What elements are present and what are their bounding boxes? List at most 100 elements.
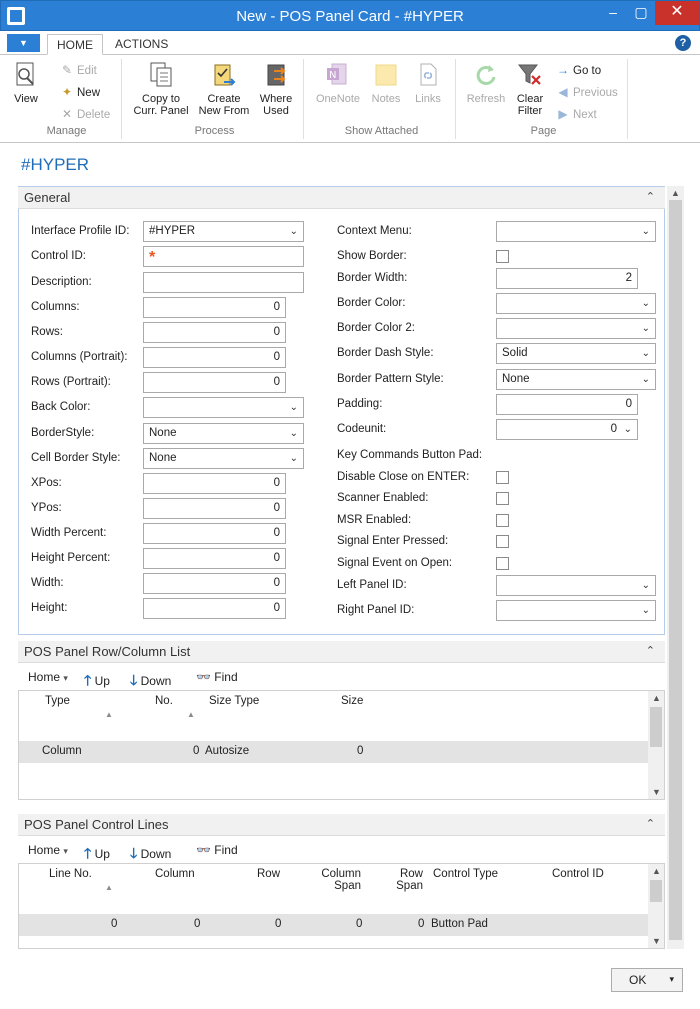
padding-field[interactable]: 0	[496, 394, 638, 415]
scroll-down-icon[interactable]: ▼	[648, 785, 665, 799]
border-color-field[interactable]: ⌄	[496, 293, 656, 314]
col-header-row-span[interactable]: Row Span	[393, 868, 423, 892]
onenote-button[interactable]: N OneNote	[312, 61, 364, 105]
control-lines-find-button[interactable]: 👓 Find	[196, 843, 238, 857]
chevron-up-icon[interactable]: ⌃	[646, 644, 655, 657]
height-percent-field[interactable]: 0	[143, 548, 286, 569]
xpos-field[interactable]: 0	[143, 473, 286, 494]
context-menu-field[interactable]: ⌄	[496, 221, 656, 242]
left-panel-id-field[interactable]: ⌄	[496, 575, 656, 596]
chevron-down-icon[interactable]: ⌄	[290, 424, 298, 443]
disable-close-on-enter-checkbox[interactable]	[496, 471, 509, 484]
chevron-down-icon[interactable]: ⌄	[624, 420, 632, 439]
table-row[interactable]: Column 0 Autosize 0	[19, 741, 649, 763]
scroll-down-icon[interactable]: ▼	[648, 934, 665, 948]
ok-button[interactable]: OK ▾	[611, 968, 683, 992]
scrollbar-thumb[interactable]	[650, 707, 662, 747]
refresh-button[interactable]: Refresh	[464, 61, 508, 105]
back-color-field[interactable]: ⌄	[143, 397, 304, 418]
tab-home[interactable]: HOME	[47, 34, 103, 55]
col-header-size-type[interactable]: Size Type	[209, 695, 259, 707]
col-header-column-span[interactable]: Column Span	[319, 868, 361, 892]
chevron-down-icon[interactable]: ⌄	[642, 601, 650, 620]
width-percent-field[interactable]: 0	[143, 523, 286, 544]
ypos-field[interactable]: 0	[143, 498, 286, 519]
col-header-control-id[interactable]: Control ID	[552, 868, 604, 880]
show-border-checkbox[interactable]	[496, 250, 509, 263]
right-panel-id-field[interactable]: ⌄	[496, 600, 656, 621]
signal-enter-pressed-checkbox[interactable]	[496, 535, 509, 548]
chevron-down-icon[interactable]: ⌄	[290, 222, 298, 241]
col-header-no[interactable]: No.	[155, 695, 173, 707]
chevron-down-icon[interactable]: ⌄	[642, 576, 650, 595]
col-header-control-type[interactable]: Control Type	[433, 868, 498, 880]
tab-actions[interactable]: ACTIONS	[106, 34, 177, 55]
scroll-up-icon[interactable]: ▲	[648, 691, 665, 705]
new-button[interactable]: ✦ New	[60, 83, 100, 101]
delete-button[interactable]: ✕ Delete	[60, 105, 110, 123]
chevron-down-icon[interactable]: ⌄	[642, 294, 650, 313]
col-header-line-no[interactable]: Line No.	[49, 868, 92, 880]
msr-enabled-checkbox[interactable]	[496, 514, 509, 527]
create-new-from-button[interactable]: Create New From	[196, 61, 252, 117]
scanner-enabled-checkbox[interactable]	[496, 492, 509, 505]
interface-profile-id-field[interactable]: #HYPER ⌄	[143, 221, 304, 242]
maximize-button[interactable]: ▢	[627, 1, 655, 25]
col-header-type[interactable]: Type	[45, 695, 70, 707]
general-section-header[interactable]: General ⌃	[18, 187, 665, 209]
border-width-field[interactable]: 2	[496, 268, 638, 289]
signal-event-on-open-checkbox[interactable]	[496, 557, 509, 570]
notes-button[interactable]: Notes	[368, 61, 404, 105]
rows-field[interactable]: 0	[143, 322, 286, 343]
go-to-button[interactable]: → Go to	[556, 61, 601, 79]
chevron-up-icon[interactable]: ⌃	[646, 817, 655, 830]
help-icon[interactable]: ?	[675, 35, 691, 51]
col-header-size[interactable]: Size	[341, 695, 363, 707]
col-header-row[interactable]: Row	[257, 868, 280, 880]
view-button[interactable]: View	[12, 61, 40, 105]
clear-filter-button[interactable]: Clear Filter	[512, 61, 548, 117]
chevron-down-icon[interactable]: ⌄	[290, 449, 298, 468]
width-field[interactable]: 0	[143, 573, 286, 594]
copy-to-curr-panel-button[interactable]: Copy to Curr. Panel	[132, 61, 190, 117]
minimize-button[interactable]: ‒	[599, 1, 627, 25]
chevron-down-icon[interactable]: ⌄	[642, 319, 650, 338]
chevron-down-icon[interactable]: ⌄	[642, 222, 650, 241]
edit-button[interactable]: ✎ Edit	[60, 61, 97, 79]
control-id-field[interactable]: *	[143, 246, 304, 267]
scroll-up-icon[interactable]: ▲	[667, 186, 684, 200]
page-scrollbar[interactable]: ▲	[667, 186, 684, 949]
codeunit-field[interactable]: 0 ⌄	[496, 419, 638, 440]
columns-field[interactable]: 0	[143, 297, 286, 318]
chevron-down-icon[interactable]: ⌄	[642, 370, 650, 389]
rowcol-find-button[interactable]: 👓 Find	[196, 670, 238, 684]
rowcol-scrollbar[interactable]: ▲ ▼	[648, 691, 664, 799]
border-pattern-style-field[interactable]: None ⌄	[496, 369, 656, 390]
border-dash-style-field[interactable]: Solid ⌄	[496, 343, 656, 364]
scrollbar-thumb[interactable]	[650, 880, 662, 902]
borderstyle-field[interactable]: None ⌄	[143, 423, 304, 444]
description-field[interactable]	[143, 272, 304, 293]
rowcol-section-header[interactable]: POS Panel Row/Column List ⌃	[18, 641, 665, 663]
chevron-down-icon[interactable]: ⌄	[642, 344, 650, 363]
table-row[interactable]: 0 0 0 0 0 Button Pad	[19, 914, 649, 936]
chevron-up-icon[interactable]: ⌃	[646, 190, 655, 203]
previous-button[interactable]: ◀ Previous	[556, 83, 617, 101]
control-lines-section-header[interactable]: POS Panel Control Lines ⌃	[18, 814, 665, 836]
links-button[interactable]: Links	[410, 61, 446, 105]
scroll-up-icon[interactable]: ▲	[648, 864, 665, 878]
close-button[interactable]: ✕	[655, 1, 699, 25]
border-color-2-field[interactable]: ⌄	[496, 318, 656, 339]
where-used-button[interactable]: Where Used	[254, 61, 298, 117]
height-field[interactable]: 0	[143, 598, 286, 619]
dropdown-arrow-icon[interactable]: ▾	[669, 974, 674, 985]
scrollbar-thumb[interactable]	[669, 200, 682, 940]
rows-portrait-field[interactable]: 0	[143, 372, 286, 393]
columns-portrait-field[interactable]: 0	[143, 347, 286, 368]
next-button[interactable]: ▶ Next	[556, 105, 596, 123]
cell-border-style-field[interactable]: None ⌄	[143, 448, 304, 469]
control-lines-scrollbar[interactable]: ▲ ▼	[648, 864, 664, 948]
control-lines-home-menu[interactable]: Home ▾	[28, 843, 68, 857]
app-menu-button[interactable]: ▼	[7, 34, 40, 52]
rowcol-home-menu[interactable]: Home ▾	[28, 670, 68, 684]
